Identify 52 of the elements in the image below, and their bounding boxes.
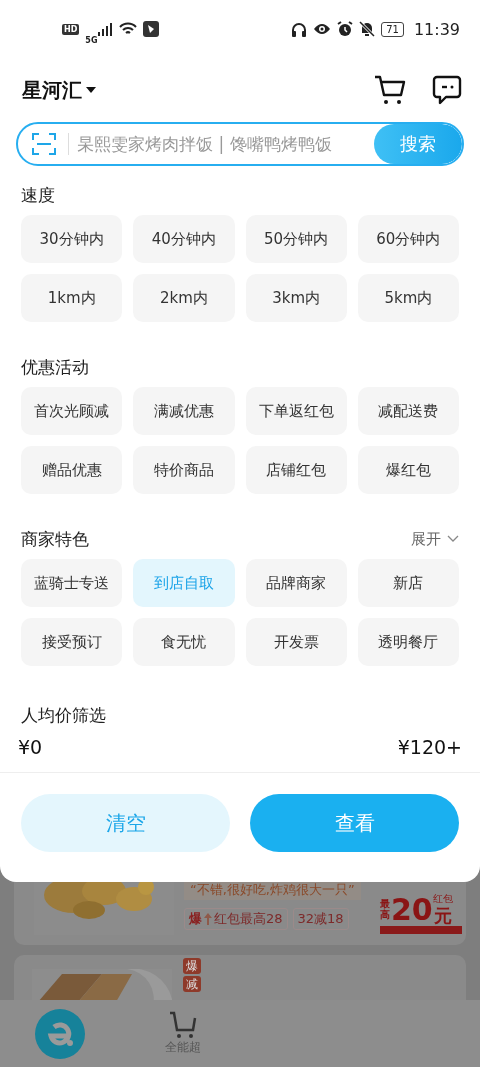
filter-option[interactable]: 50分钟内 xyxy=(245,215,347,263)
section-title: 人均价筛选 xyxy=(21,705,106,725)
app-notification-icon xyxy=(143,21,160,37)
filter-option[interactable]: 30分钟内 xyxy=(21,215,123,263)
filter-option[interactable]: 5km内 xyxy=(357,274,459,322)
filter-option[interactable]: 下单返红包 xyxy=(245,387,347,435)
filter-option[interactable]: 接受预订 xyxy=(21,618,123,666)
eye-icon xyxy=(313,23,332,35)
filter-option[interactable]: 品牌商家 xyxy=(245,559,347,607)
filter-option[interactable]: 特价商品 xyxy=(133,446,235,494)
bell-muted-icon xyxy=(359,21,376,37)
filter-option[interactable]: 3km内 xyxy=(245,274,347,322)
battery-indicator: 71 xyxy=(381,21,404,37)
section-title: 商家特色 xyxy=(21,528,89,550)
filter-option[interactable]: 店铺红包 xyxy=(245,446,347,494)
cart-icon[interactable] xyxy=(374,75,406,105)
filter-option[interactable]: 2km内 xyxy=(133,274,235,322)
filter-option[interactable]: 减配送费 xyxy=(357,387,459,435)
arrow-up-icon xyxy=(204,913,212,925)
filter-option[interactable]: 60分钟内 xyxy=(357,215,459,263)
section-title: 优惠活动 xyxy=(21,356,89,378)
filter-option[interactable]: 开发票 xyxy=(245,618,347,666)
headphones-icon xyxy=(291,21,308,37)
section-title: 速度 xyxy=(21,184,55,206)
clock: 11:39 xyxy=(413,19,460,39)
filter-option[interactable]: 40分钟内 xyxy=(133,215,235,263)
filter-option[interactable]: 满减优惠 xyxy=(133,387,235,435)
message-icon[interactable] xyxy=(432,75,462,105)
network-type: 5G xyxy=(85,35,98,45)
promo-tag: 32减18 xyxy=(292,908,349,930)
filter-option[interactable]: 透明餐厅 xyxy=(357,618,459,666)
signal-icon xyxy=(97,22,114,36)
scan-icon[interactable] xyxy=(32,133,56,155)
price-max: ¥120+ xyxy=(397,736,462,758)
alarm-icon xyxy=(337,21,354,37)
expand-toggle[interactable]: 展开 xyxy=(411,529,459,549)
filter-option[interactable]: 新店 xyxy=(357,559,459,607)
wifi-icon xyxy=(119,22,138,36)
filter-option[interactable]: 爆红包 xyxy=(357,446,459,494)
promo-tag: 减 xyxy=(183,976,201,992)
filter-option[interactable]: 食无忧 xyxy=(133,618,235,666)
location-selector[interactable]: 星河汇 xyxy=(22,76,96,104)
promo-tag: 爆 xyxy=(183,958,201,974)
filter-option[interactable]: 1km内 xyxy=(21,274,123,322)
chevron-down-icon xyxy=(447,535,459,543)
price-min: ¥0 xyxy=(18,736,43,758)
caret-icon xyxy=(86,87,96,93)
hd-indicator: HD xyxy=(62,23,80,35)
filter-option[interactable]: 首次光顾减 xyxy=(21,387,123,435)
filter-option[interactable]: 蓝骑士专送 xyxy=(21,559,123,607)
promo-tag: 爆 红包最高28 xyxy=(184,908,288,930)
filter-option[interactable]: 赠品优惠 xyxy=(21,446,123,494)
